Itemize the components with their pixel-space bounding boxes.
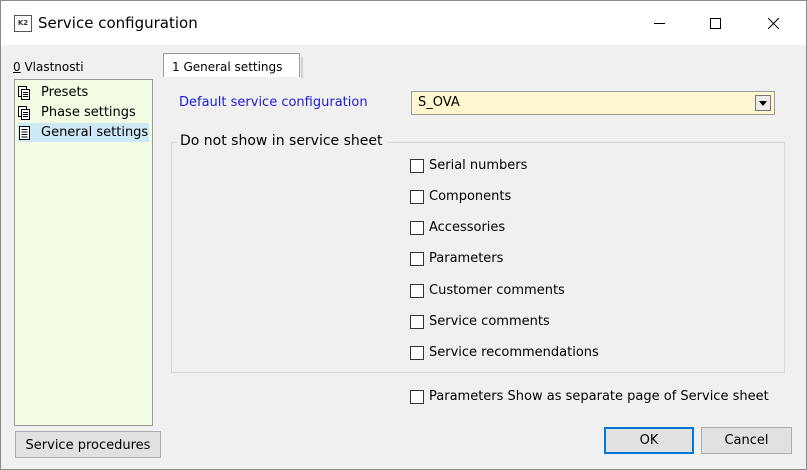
checkbox-label: Customer comments [429, 283, 565, 298]
tree-item-label: Phase settings [41, 105, 136, 120]
checkbox-label: Parameters [429, 251, 504, 266]
ok-button[interactable]: OK [604, 427, 694, 454]
checkbox-box[interactable] [410, 314, 424, 329]
left-tab-vlastnosti[interactable]: 0 Vlastnosti [13, 60, 84, 74]
maximize-button[interactable] [686, 1, 744, 45]
service-configuration-window: K2 Service configuration 0 Vlastnosti Pr… [0, 0, 807, 470]
checkbox-label: Serial numbers [429, 158, 528, 173]
checkbox-label: Accessories [429, 220, 506, 235]
checkbox-service-comments[interactable]: Service comments [410, 314, 550, 329]
tab-divider [301, 57, 303, 78]
default-config-select[interactable]: S_OVA [411, 91, 775, 115]
default-config-value: S_OVA [418, 95, 460, 110]
checkbox-parameters[interactable]: Parameters [410, 251, 503, 266]
checkbox-label: Components [429, 189, 512, 204]
tab-accelerator: 0 [13, 60, 21, 74]
cancel-button[interactable]: Cancel [701, 427, 792, 454]
checkbox-accessories[interactable]: Accessories [410, 220, 505, 235]
document-icon [18, 105, 30, 120]
checkbox-label: Parameters Show as separate page of Serv… [429, 389, 769, 404]
window-title: Service configuration [38, 14, 198, 32]
tree-item-label: General settings [41, 125, 149, 140]
tree-item-label: Presets [41, 85, 89, 100]
chevron-down-icon [759, 101, 767, 106]
checkbox-box[interactable] [410, 283, 424, 298]
checkbox-box[interactable] [410, 220, 424, 235]
minimize-button[interactable] [630, 1, 688, 45]
tab-label: Vlastnosti [20, 60, 84, 74]
checkbox-serial-numbers[interactable]: Serial numbers [410, 158, 527, 173]
page-icon [19, 125, 30, 140]
app-icon: K2 [14, 15, 32, 32]
checkbox-label: Service recommendations [429, 345, 599, 360]
checkbox-components[interactable]: Components [410, 189, 511, 204]
maximize-icon [710, 18, 721, 29]
group-title: Do not show in service sheet [177, 133, 387, 149]
tab-general-settings[interactable]: 1 General settings [163, 53, 300, 77]
checkbox-box[interactable] [410, 189, 424, 204]
default-config-label: Default service configuration [179, 95, 368, 110]
checkbox-box[interactable] [410, 158, 424, 173]
checkbox-customer-comments[interactable]: Customer comments [410, 283, 565, 298]
checkbox-box[interactable] [410, 389, 424, 404]
checkbox-service-recommendations[interactable]: Service recommendations [410, 345, 599, 360]
tree-item-general-settings[interactable]: General settings [18, 123, 149, 142]
checkbox-label: Service comments [429, 314, 550, 329]
close-icon [768, 18, 779, 29]
tree-item-presets[interactable]: Presets [18, 83, 149, 102]
minimize-icon [654, 23, 665, 24]
checkbox-box[interactable] [410, 251, 424, 266]
tree-item-phase-settings[interactable]: Phase settings [18, 103, 149, 122]
dropdown-button[interactable] [755, 95, 771, 111]
checkbox-separate-page[interactable]: Parameters Show as separate page of Serv… [410, 389, 769, 404]
settings-tree[interactable]: Presets Phase settings General settings [14, 79, 153, 426]
service-procedures-button[interactable]: Service procedures [15, 431, 161, 458]
document-icon [18, 85, 30, 100]
close-button[interactable] [744, 1, 802, 45]
checkbox-box[interactable] [410, 345, 424, 360]
title-bar[interactable]: K2 Service configuration [1, 1, 806, 45]
